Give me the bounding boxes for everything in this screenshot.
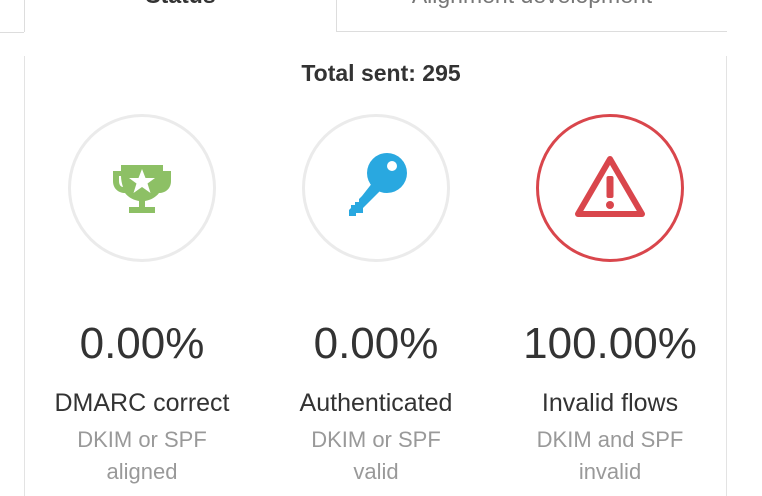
stat-authenticated: 0.00% Authenticated DKIM or SPF valid — [256, 114, 496, 488]
stat-sublabel: DKIM or SPF valid — [311, 427, 441, 484]
warning-icon — [574, 154, 646, 223]
icon-circle — [536, 114, 684, 262]
tab-divider — [0, 32, 24, 33]
tab-bar: Status Alignment development — [0, 0, 762, 34]
icon-circle — [302, 114, 450, 262]
tab-alignment-development[interactable]: Alignment development — [337, 0, 727, 32]
stat-value: 0.00% — [313, 319, 439, 368]
stat-label: Invalid flows — [541, 389, 679, 417]
tab-status[interactable]: Status — [24, 0, 337, 32]
stat-label: Authenticated — [299, 389, 453, 417]
stat-sublabel: DKIM or SPF aligned — [77, 427, 207, 484]
stat-label: DMARC correct — [54, 389, 230, 417]
stat-value: 100.00% — [523, 319, 697, 368]
stat-dmarc-correct: 0.00% DMARC correct DKIM or SPF aligned — [22, 114, 262, 488]
trophy-icon — [107, 151, 177, 226]
stat-sublabel: DKIM and SPF invalid — [536, 427, 684, 484]
stat-invalid-flows: 100.00% Invalid flows DKIM and SPF inval… — [490, 114, 730, 488]
stat-value: 0.00% — [79, 319, 205, 368]
key-icon — [339, 149, 413, 228]
total-sent: Total sent: 295 — [301, 60, 461, 86]
icon-circle — [68, 114, 216, 262]
